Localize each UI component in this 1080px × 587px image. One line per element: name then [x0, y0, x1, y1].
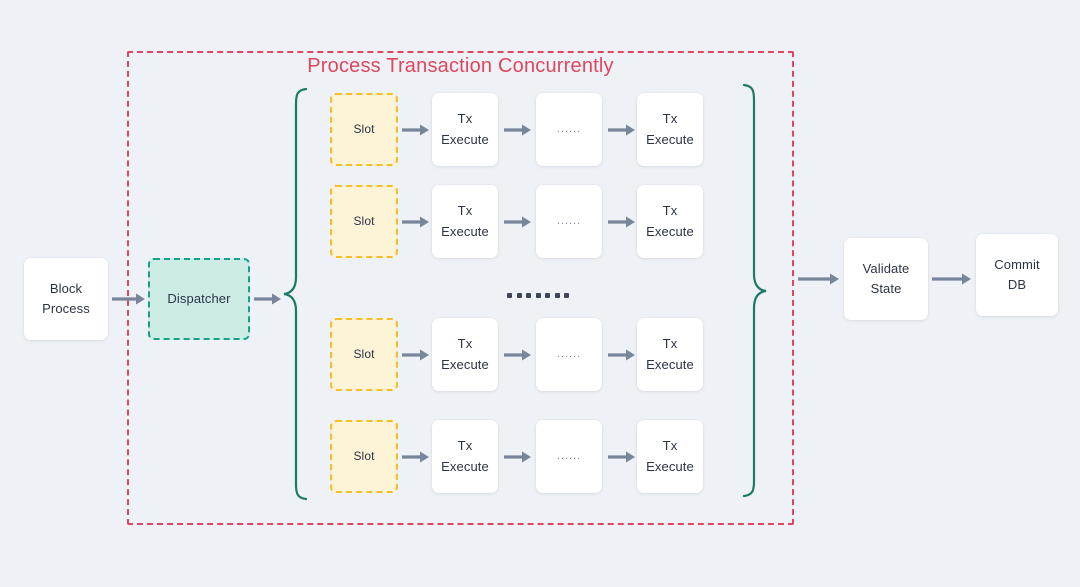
ellipsis-dot [516, 292, 522, 298]
slot-node-lane3: Slot [330, 318, 398, 391]
arrow-lane2-mid-to-tx2 [608, 215, 636, 229]
slot-label: Slot [353, 347, 375, 362]
slot-label: Slot [353, 214, 375, 229]
validate-state-node: Validate State [844, 238, 928, 320]
tx-execute-line1: Tx [662, 438, 678, 454]
tx-execute-node-lane2-step1: Tx Execute [432, 185, 498, 258]
tx-ellipsis-node-lane1: ...... [536, 93, 602, 166]
tx-execute-node-lane3-step3: Tx Execute [637, 318, 703, 391]
tx-execute-line2: Execute [646, 223, 694, 239]
tx-execute-line1: Tx [662, 336, 678, 352]
tx-execute-line1: Tx [457, 111, 473, 127]
ellipsis-dot [535, 292, 541, 298]
slot-label: Slot [353, 122, 375, 137]
arrow-lane2-tx1-to-mid [504, 215, 532, 229]
dispatcher-node: Dispatcher [148, 258, 250, 340]
ellipsis-dot [507, 292, 512, 298]
commit-db-line2: DB [1007, 277, 1027, 292]
lane3-step-ellipsis: ...... [556, 348, 582, 360]
slot-label: Slot [353, 449, 375, 464]
arrow-lanes-to-validate [798, 272, 840, 286]
slot-node-lane4: Slot [330, 420, 398, 493]
arrow-lane3-slot-to-tx1 [402, 348, 430, 362]
slot-node-lane2: Slot [330, 185, 398, 258]
tx-execute-line2: Execute [646, 458, 694, 474]
ellipsis-dot [564, 292, 569, 298]
tx-execute-line1: Tx [457, 203, 473, 219]
tx-ellipsis-node-lane4: ...... [536, 420, 602, 493]
block-process-line2: Process [42, 301, 90, 316]
arrow-lane1-tx1-to-mid [504, 123, 532, 137]
tx-execute-line2: Execute [441, 458, 489, 474]
block-process-node: Block Process [24, 258, 108, 340]
arrow-lane1-slot-to-tx1 [402, 123, 430, 137]
lane4-step-ellipsis: ...... [556, 450, 582, 462]
arrow-lane4-slot-to-tx1 [402, 450, 430, 464]
tx-ellipsis-node-lane3: ...... [536, 318, 602, 391]
tx-execute-node-lane3-step1: Tx Execute [432, 318, 498, 391]
lane-gap-ellipsis [507, 288, 569, 302]
tx-execute-line1: Tx [457, 336, 473, 352]
tx-execute-line2: Execute [441, 131, 489, 147]
arrow-lane4-tx1-to-mid [504, 450, 532, 464]
arrow-lane3-mid-to-tx2 [608, 348, 636, 362]
arrow-lane2-slot-to-tx1 [402, 215, 430, 229]
arrow-dispatcher-to-lanes [254, 292, 282, 306]
arrow-lane1-mid-to-tx2 [608, 123, 636, 137]
arrow-lane3-tx1-to-mid [504, 348, 532, 362]
ellipsis-dot [526, 292, 531, 298]
left-brace [282, 86, 308, 502]
validate-state-line2: State [870, 281, 902, 296]
tx-execute-line2: Execute [646, 356, 694, 372]
tx-execute-line1: Tx [457, 438, 473, 454]
lane1-step-ellipsis: ...... [556, 123, 582, 135]
tx-execute-node-lane1-step3: Tx Execute [637, 93, 703, 166]
tx-execute-line2: Execute [441, 356, 489, 372]
tx-execute-line2: Execute [646, 131, 694, 147]
lane2-step-ellipsis: ...... [556, 215, 582, 227]
tx-execute-line1: Tx [662, 111, 678, 127]
tx-execute-node-lane4-step1: Tx Execute [432, 420, 498, 493]
arrow-block-to-dispatcher [112, 292, 146, 306]
validate-state-line1: Validate [862, 260, 910, 276]
commit-db-node: Commit DB [976, 234, 1058, 316]
right-brace [742, 82, 768, 500]
tx-execute-line1: Tx [662, 203, 678, 219]
tx-execute-line2: Execute [441, 223, 489, 239]
block-process-line1: Block [49, 280, 83, 296]
tx-ellipsis-node-lane2: ...... [536, 185, 602, 258]
slot-node-lane1: Slot [330, 93, 398, 166]
ellipsis-dot [545, 292, 550, 298]
arrow-lane4-mid-to-tx2 [608, 450, 636, 464]
ellipsis-dot [554, 292, 560, 298]
tx-execute-node-lane2-step3: Tx Execute [637, 185, 703, 258]
arrow-validate-to-commit [932, 272, 972, 286]
tx-execute-node-lane4-step3: Tx Execute [637, 420, 703, 493]
dispatcher-label: Dispatcher [167, 290, 231, 306]
tx-execute-node-lane1-step1: Tx Execute [432, 93, 498, 166]
commit-db-line1: Commit [994, 256, 1040, 272]
region-title: Process Transaction Concurrently [307, 55, 614, 77]
diagram-canvas: Process Transaction Concurrently Block P… [0, 0, 1080, 587]
